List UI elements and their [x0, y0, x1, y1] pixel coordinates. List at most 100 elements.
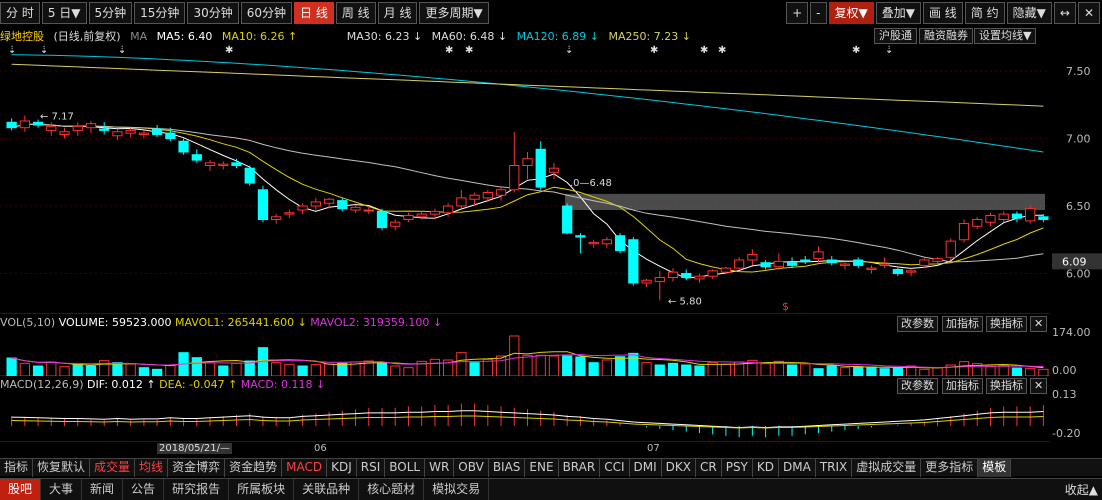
indicator-tab-19[interactable]: PSY — [722, 459, 753, 477]
vol-label[interactable]: VOL(5,10) — [0, 316, 55, 329]
toolbar-right-button-6[interactable]: 隐藏▼ — [1006, 2, 1052, 24]
volume-bar — [720, 363, 732, 377]
mavol1-value: MAVOL1: 265441.600 ↓ — [174, 316, 307, 329]
volume-bar — [786, 364, 798, 377]
volume-bar — [469, 362, 480, 377]
indicator-tab-6[interactable]: MACD — [282, 459, 328, 477]
macd-change-params-button[interactable]: 改参数 — [897, 378, 938, 394]
indicator-tab-15[interactable]: CCI — [600, 459, 630, 477]
candle — [495, 189, 507, 196]
bottom-tab-6[interactable]: 关联品种 — [294, 479, 360, 500]
period-button-5[interactable]: 60分钟 — [240, 2, 292, 24]
bottom-tab-4[interactable]: 研究报告 — [164, 479, 230, 500]
svg-text:⇣: ⇣ — [8, 45, 16, 56]
toolbar-right-button-5[interactable]: 简 约 — [964, 2, 1005, 24]
volume-bar — [694, 365, 705, 377]
ma-tag[interactable]: MA — [130, 30, 147, 43]
candlestick-chart[interactable]: ← 7.17 ← 5.80 .0—6.48 $ ⇣ ⇣ ⇣ ✱ ✱ ✱ ⇣ ✱ ✱ ✱ ✱ ⇣ — [0, 44, 1050, 314]
bottom-tab-5[interactable]: 所属板块 — [229, 479, 295, 500]
macd-close-button[interactable]: ✕ — [1030, 378, 1048, 394]
volume-bar — [839, 367, 851, 377]
volume-bar — [588, 362, 599, 377]
candle — [165, 132, 176, 139]
indicator-tab-1[interactable]: 恢复默认 — [33, 459, 91, 477]
toolbar-right-button-0[interactable]: + — [786, 2, 809, 24]
indicator-tab-13[interactable]: ENE — [525, 459, 559, 477]
indicator-tab-17[interactable]: DKX — [662, 459, 696, 477]
candle — [456, 197, 467, 207]
fullscreen-icon[interactable]: ↔ — [1053, 2, 1076, 24]
bottom-tab-1[interactable]: 大事 — [41, 479, 83, 500]
period-button-6[interactable]: 日 线 — [294, 2, 334, 24]
candle — [985, 214, 996, 223]
candle — [892, 268, 904, 274]
bottom-tab-2[interactable]: 新闻 — [82, 479, 124, 500]
indicator-tab-20[interactable]: KD — [753, 459, 779, 477]
candle — [429, 210, 441, 215]
svg-text:6.00: 6.00 — [1066, 268, 1091, 281]
indicator-tab-16[interactable]: DMI — [630, 459, 662, 477]
period-button-2[interactable]: 5分钟 — [88, 2, 133, 24]
macd-add-indicator-button[interactable]: 加指标 — [942, 378, 983, 394]
indicator-tab-12[interactable]: BIAS — [489, 459, 526, 477]
volume-bar — [813, 368, 824, 377]
macd-label[interactable]: MACD(12,26,9) — [0, 378, 84, 391]
indicator-tab-7[interactable]: KDJ — [327, 459, 357, 477]
period-button-3[interactable]: 15分钟 — [134, 2, 186, 24]
indicator-tab-21[interactable]: DMA — [779, 459, 816, 477]
period-button-1[interactable]: 5 日▼ — [41, 2, 87, 24]
candle — [839, 263, 851, 266]
period-button-0[interactable]: 分 时 — [0, 2, 40, 24]
svg-text:✱: ✱ — [650, 45, 658, 56]
indicator-tab-8[interactable]: RSI — [357, 459, 386, 477]
period-button-9[interactable]: 更多周期▼ — [419, 2, 489, 24]
indicator-tab-11[interactable]: OBV — [454, 459, 489, 477]
indicator-tab-2[interactable]: 成交量 — [90, 459, 136, 477]
indicator-tab-14[interactable]: BRAR — [559, 459, 601, 477]
bottom-tab-7[interactable]: 核心题材 — [359, 479, 425, 500]
margin-trading-button[interactable]: 融资融券 — [919, 28, 973, 44]
indicator-tab-23[interactable]: 虚拟成交量 — [852, 459, 922, 477]
close-icon[interactable]: ✕ — [1077, 2, 1100, 24]
toolbar-right-button-3[interactable]: 叠加▼ — [875, 2, 921, 24]
indicator-tab-0[interactable]: 指标 — [0, 459, 34, 477]
toolbar-right-button-4[interactable]: 画 线 — [922, 2, 963, 24]
macd-panel[interactable] — [0, 394, 1050, 442]
macd-switch-indicator-button[interactable]: 换指标 — [986, 378, 1027, 394]
candle — [972, 219, 983, 227]
volume-chart[interactable] — [0, 332, 1050, 377]
vol-add-indicator-button[interactable]: 加指标 — [942, 316, 983, 332]
indicator-tab-4[interactable]: 资金博弈 — [168, 459, 226, 477]
bottom-tab-0[interactable]: 股吧 — [0, 479, 42, 500]
bottom-tab-8[interactable]: 模拟交易 — [424, 479, 490, 500]
indicator-tab-22[interactable]: TRIX — [816, 459, 853, 477]
volume-axis-top: 174.00 — [1052, 326, 1091, 339]
date-axis: 2018/05/21/— 06 07 — [0, 443, 1050, 457]
candle — [734, 259, 745, 269]
period-button-4[interactable]: 30分钟 — [187, 2, 239, 24]
set-ma-button[interactable]: 设置均线▼ — [974, 28, 1037, 44]
vol-close-button[interactable]: ✕ — [1030, 316, 1048, 332]
svg-text:✱: ✱ — [225, 45, 233, 56]
indicator-tab-9[interactable]: BOLL — [385, 459, 426, 477]
candle — [85, 123, 97, 129]
indicator-tab-5[interactable]: 资金趋势 — [225, 459, 283, 477]
hk-connect-button[interactable]: 沪股通 — [874, 28, 917, 44]
period-button-7[interactable]: 周 线 — [335, 2, 376, 24]
macd-chart[interactable] — [0, 394, 1050, 442]
toolbar-right-button-2[interactable]: 复权▼ — [828, 2, 874, 24]
indicator-tab-3[interactable]: 均线 — [135, 459, 169, 477]
vol-change-params-button[interactable]: 改参数 — [897, 316, 938, 332]
indicator-tab-18[interactable]: CR — [696, 459, 722, 477]
candle — [350, 206, 361, 211]
indicator-tab-25[interactable]: 模板 — [978, 459, 1012, 477]
volume-panel[interactable] — [0, 332, 1050, 377]
indicator-tab-10[interactable]: WR — [425, 459, 455, 477]
vol-switch-indicator-button[interactable]: 换指标 — [986, 316, 1027, 332]
collapse-button[interactable]: 收起▲ — [1065, 481, 1098, 498]
period-button-8[interactable]: 月 线 — [377, 2, 418, 24]
toolbar-right-button-1[interactable]: - — [810, 2, 827, 24]
indicator-tab-24[interactable]: 更多指标 — [921, 459, 979, 477]
price-panel[interactable]: ← 7.17 ← 5.80 .0—6.48 $ ⇣ ⇣ ⇣ ✱ ✱ ✱ ⇣ ✱ ✱ ✱ ✱ ⇣ — [0, 44, 1050, 314]
bottom-tab-3[interactable]: 公告 — [123, 479, 165, 500]
